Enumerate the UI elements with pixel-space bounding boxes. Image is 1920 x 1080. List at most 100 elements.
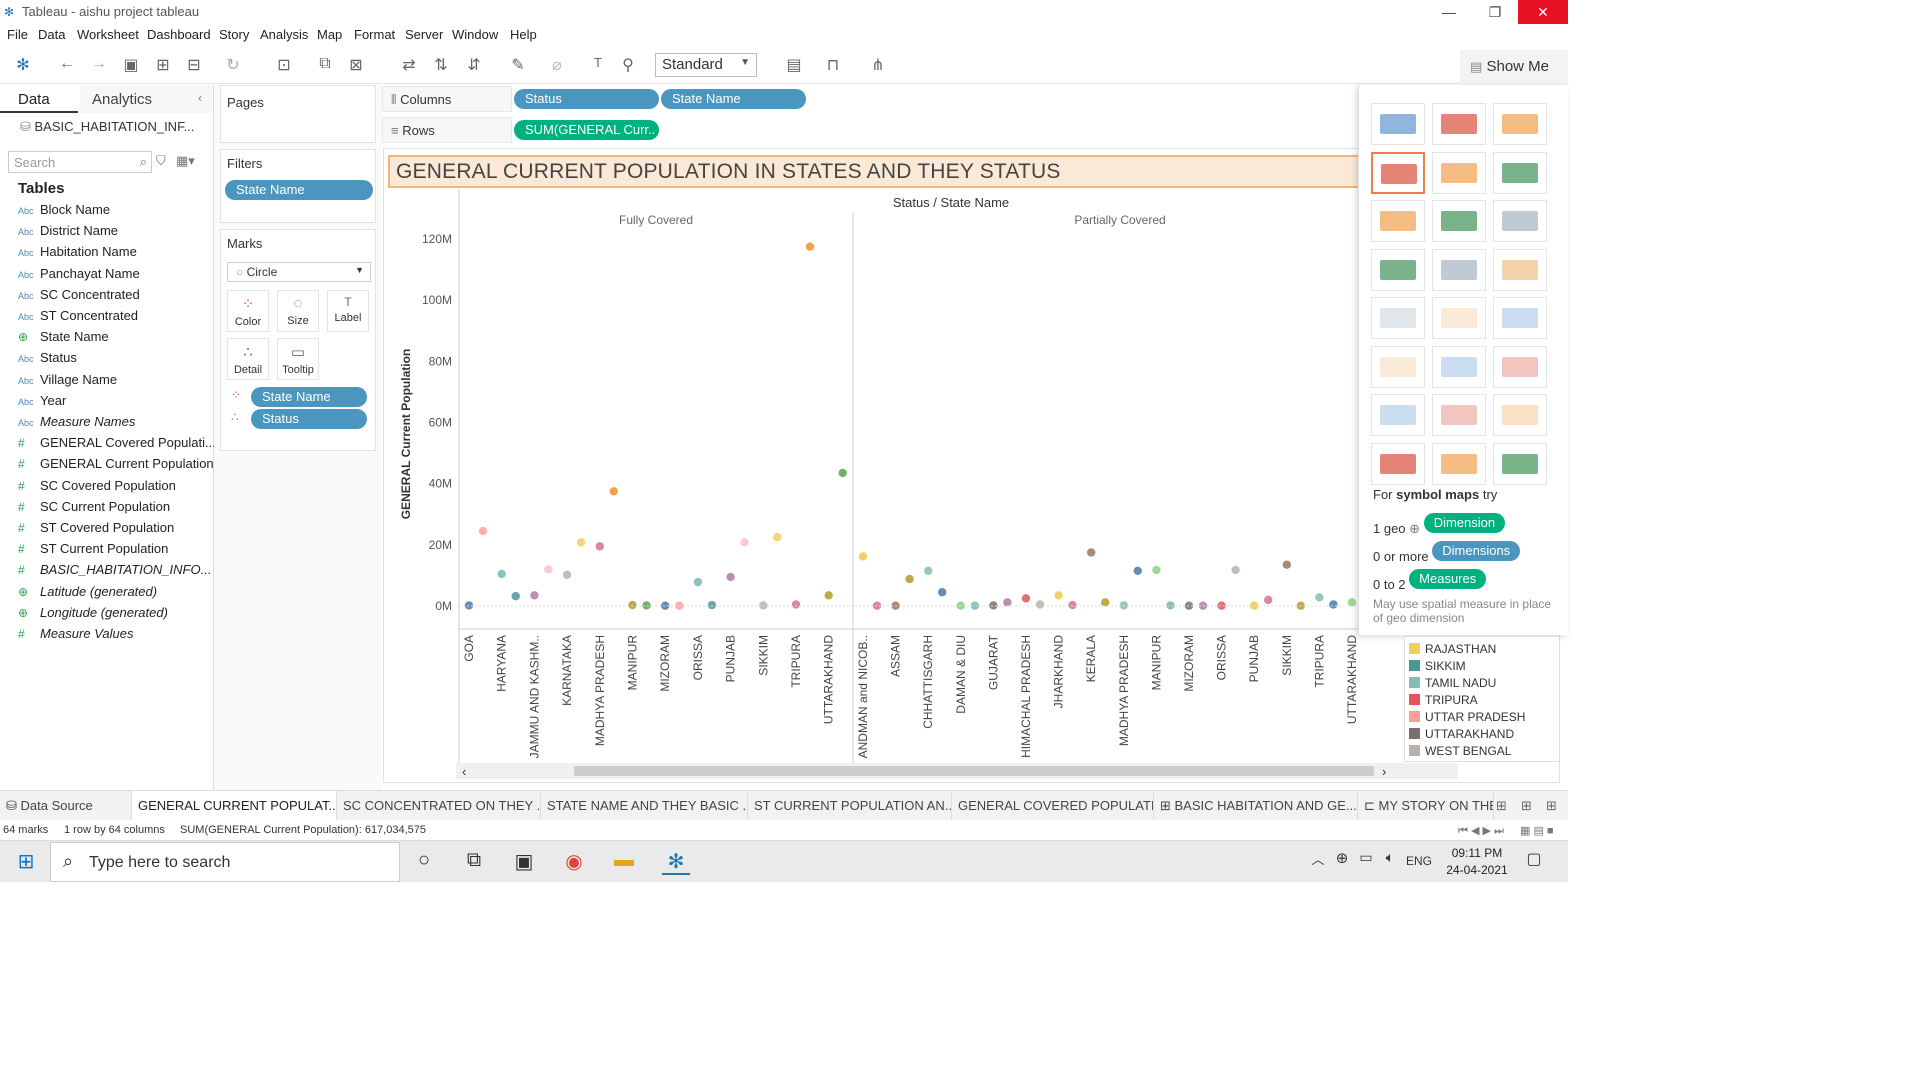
chart-type-option[interactable] <box>1432 345 1486 388</box>
mark-pill-status[interactable]: Status <box>251 409 367 429</box>
chart-type-option[interactable] <box>1493 200 1547 242</box>
chart-type-option[interactable] <box>1493 151 1547 194</box>
menu-server[interactable]: Server <box>405 27 443 42</box>
legend-item[interactable]: UTTARAKHAND <box>1409 727 1514 744</box>
sheet-tab[interactable]: ⊏ MY STORY ON THE <box>1358 791 1494 821</box>
mark-type-select[interactable]: ○ Circle ▼ <box>227 262 371 282</box>
fit-mode-select[interactable]: Standard ▼ <box>655 53 757 77</box>
new-dashboard-tab-icon[interactable]: ⊞ <box>1521 798 1532 814</box>
taskbar-search-input[interactable]: ⌕ Type here to search <box>50 842 400 882</box>
chrome-icon[interactable]: ◉ <box>560 849 588 875</box>
field-item[interactable]: Abc Panchayat Name <box>18 266 140 286</box>
pages-card[interactable]: Pages <box>220 85 376 143</box>
chart-type-option[interactable] <box>1432 200 1486 242</box>
field-item[interactable]: Abc Status <box>18 350 77 370</box>
new-datasource-icon[interactable]: ⊞ <box>152 55 174 75</box>
field-item[interactable]: # GENERAL Covered Populati... <box>18 435 216 455</box>
chart-type-option[interactable] <box>1371 442 1425 485</box>
swap-rows-columns-icon[interactable]: ⇄ <box>398 55 420 75</box>
share-icon[interactable]: ⋔ <box>867 55 889 75</box>
field-item[interactable]: ⊕ Latitude (generated) <box>18 584 157 604</box>
volume-icon[interactable]: 🔈︎ <box>1376 849 1404 875</box>
label-button[interactable]: T Label <box>327 290 369 332</box>
tab-data[interactable]: Data <box>0 85 78 113</box>
chart-type-option[interactable] <box>1371 248 1425 291</box>
presentation-mode-icon[interactable]: ⊓ <box>822 55 844 75</box>
field-item[interactable]: # GENERAL Current Population <box>18 456 214 476</box>
new-story-tab-icon[interactable]: ⊞ <box>1546 798 1557 814</box>
field-item[interactable]: Abc Village Name <box>18 372 117 392</box>
detail-button[interactable]: ∴ Detail <box>227 338 269 380</box>
file-explorer-icon[interactable]: ▬ <box>610 849 638 875</box>
legend-item[interactable]: TAMIL NADU <box>1409 676 1496 693</box>
sheet-tab[interactable]: ⛁ Data Source <box>0 791 132 821</box>
field-item[interactable]: # SC Current Population <box>18 499 170 519</box>
legend-item[interactable]: UTTAR PRADESH <box>1409 710 1525 727</box>
filter-fields-icon[interactable]: ⛉ <box>156 153 166 169</box>
new-worksheet-tab-icon[interactable]: ⊞ <box>1496 798 1507 814</box>
menu-help[interactable]: Help <box>510 27 537 42</box>
sheet-tab[interactable]: SC CONCENTRATED ON THEY ... <box>337 791 541 821</box>
sheet-tab[interactable]: ⊞ BASIC HABITATION AND GE... <box>1154 791 1358 821</box>
field-search-input[interactable]: Search ⌕ <box>8 151 152 173</box>
close-button[interactable]: ✕ <box>1518 0 1568 24</box>
sheet-tab[interactable]: ST CURRENT POPULATION AN... <box>748 791 952 821</box>
size-button[interactable]: ◌ Size <box>277 290 319 332</box>
chart-type-option[interactable] <box>1432 248 1486 291</box>
legend-item[interactable]: WEST BENGAL <box>1409 744 1511 761</box>
legend-item[interactable]: RAJASTHAN <box>1409 642 1496 659</box>
chart-type-option[interactable] <box>1371 103 1425 145</box>
chart-type-option[interactable] <box>1432 297 1486 339</box>
chart-type-option[interactable] <box>1371 200 1425 242</box>
field-item[interactable]: Abc ST Concentrated <box>18 308 138 328</box>
minimize-button[interactable]: — <box>1426 0 1472 24</box>
field-item[interactable]: # ST Current Population <box>18 541 168 561</box>
chart-type-option[interactable] <box>1432 394 1486 436</box>
pause-updates-icon[interactable]: ⊟ <box>183 55 205 75</box>
tableau-logo-icon[interactable]: ✻ <box>12 55 34 75</box>
chart-type-option[interactable] <box>1371 345 1425 388</box>
redo-icon[interactable]: → <box>88 55 110 73</box>
field-item[interactable]: ⊕ Longitude (generated) <box>18 605 168 625</box>
menu-file[interactable]: File <box>7 27 28 42</box>
restore-button[interactable]: ❐ <box>1472 0 1518 24</box>
clock[interactable]: 09:11 PM 24-04-2021 <box>1432 845 1522 879</box>
notifications-icon[interactable]: ▢ <box>1520 849 1548 875</box>
menu-dashboard[interactable]: Dashboard <box>147 27 211 42</box>
row-pill-general-curr[interactable]: SUM(GENERAL Curr.. <box>514 120 659 140</box>
duplicate-sheet-icon[interactable]: ⧉ <box>314 55 336 73</box>
task-view-icon[interactable]: ⧉ <box>460 849 488 875</box>
menu-map[interactable]: Map <box>317 27 342 42</box>
language-indicator[interactable]: ENG <box>1406 854 1432 868</box>
mark-pill-state-name[interactable]: State Name <box>251 387 367 407</box>
chart-type-option[interactable] <box>1371 394 1425 436</box>
chart-type-option[interactable] <box>1493 345 1547 388</box>
chart-type-option[interactable] <box>1371 297 1425 339</box>
group-members-icon[interactable]: ⌀ <box>546 55 568 75</box>
sheet-tab[interactable]: GENERAL COVERED POPULATI... <box>952 791 1154 821</box>
chart-type-option[interactable] <box>1432 151 1486 194</box>
show-mark-labels-icon[interactable]: T <box>587 55 609 70</box>
data-source-item[interactable]: ⛁ BASIC_HABITATION_INF... <box>20 119 194 135</box>
clear-sheet-icon[interactable]: ⊠ <box>345 55 367 75</box>
menu-data[interactable]: Data <box>38 27 65 42</box>
save-icon[interactable]: ▣ <box>120 55 142 75</box>
sheet-nav-icon[interactable]: ⏮ ◀ ▶ ⏭ <box>1458 824 1504 838</box>
highlight-icon[interactable]: ✎ <box>507 55 529 75</box>
filter-pill-state-name[interactable]: State Name <box>225 180 373 200</box>
show-me-button[interactable]: ▤ Show Me <box>1460 50 1568 86</box>
tableau-taskbar-icon[interactable]: ✻ <box>662 849 690 875</box>
chart-type-option[interactable] <box>1432 442 1486 485</box>
tab-analytics[interactable]: Analytics <box>80 85 212 113</box>
filters-card[interactable]: Filters State Name <box>220 149 376 223</box>
store-icon[interactable]: ▣ <box>510 849 538 875</box>
field-item[interactable]: # Measure Values <box>18 626 133 646</box>
windows-start-icon[interactable]: ⊞ <box>12 849 40 875</box>
chart-type-option[interactable] <box>1432 103 1486 145</box>
field-item[interactable]: # BASIC_HABITATION_INFO... <box>18 562 211 582</box>
field-item[interactable]: Abc Habitation Name <box>18 244 137 264</box>
chart-type-option[interactable] <box>1493 442 1547 485</box>
sheet-tab-active[interactable]: GENERAL CURRENT POPULAT... <box>132 791 337 821</box>
fix-axes-icon[interactable]: ⚲ <box>617 55 639 75</box>
chart-type-option[interactable] <box>1493 248 1547 291</box>
